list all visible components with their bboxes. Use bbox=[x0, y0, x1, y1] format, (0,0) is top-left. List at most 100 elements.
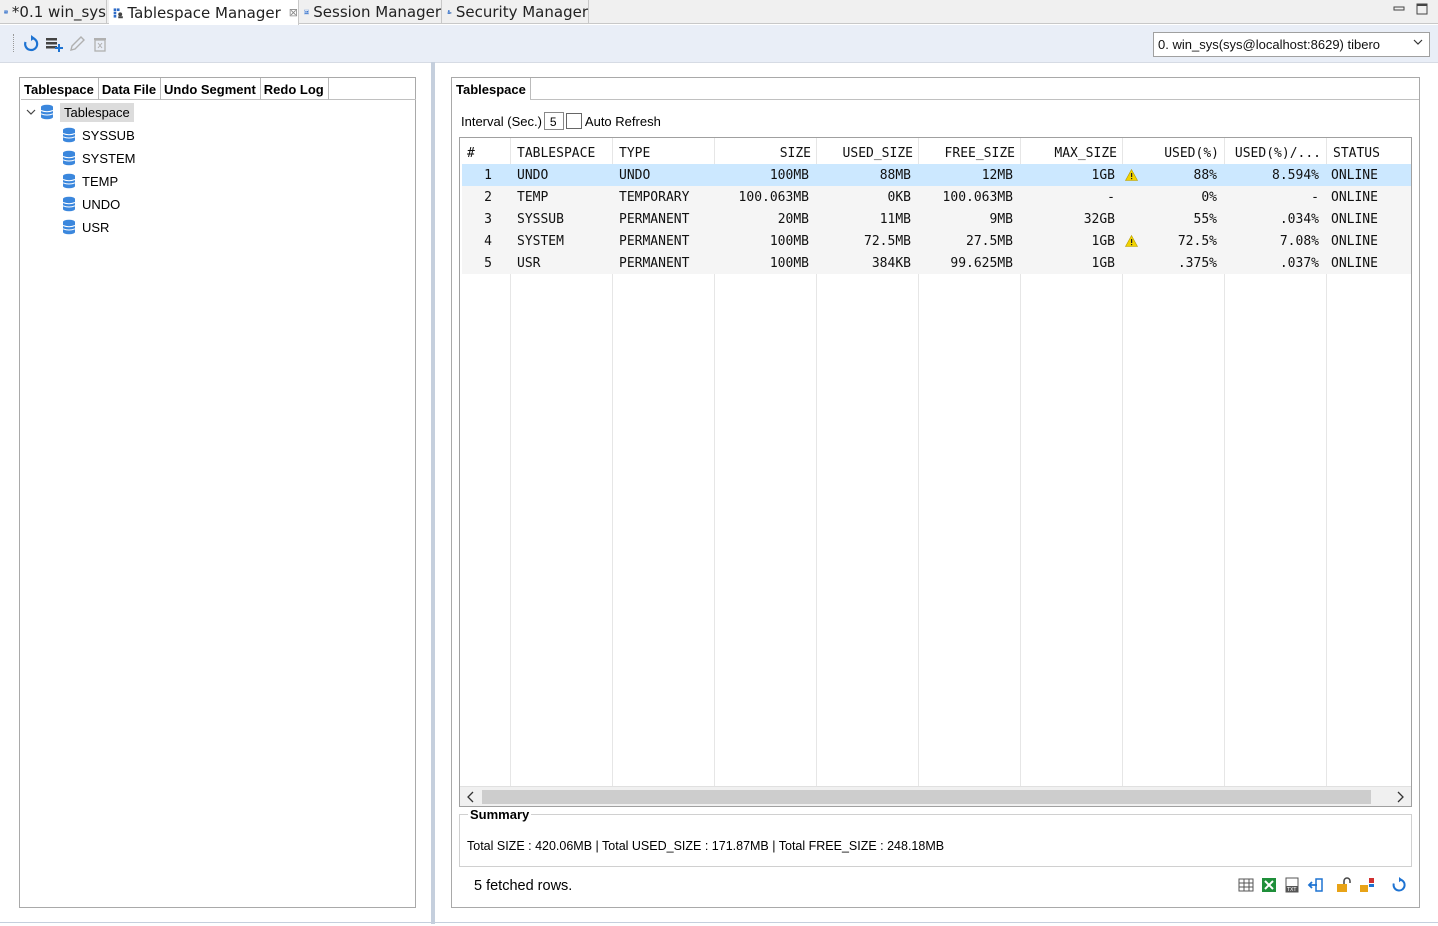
delete-icon[interactable] bbox=[91, 35, 109, 53]
column-header-used-size[interactable]: USED_SIZE bbox=[817, 140, 913, 166]
database-icon bbox=[62, 150, 76, 166]
cell-used-pct: .375% bbox=[1177, 255, 1217, 271]
scrollbar-thumb[interactable] bbox=[482, 790, 1371, 804]
cell-size: 100MB bbox=[769, 233, 809, 249]
auto-refresh-checkbox[interactable] bbox=[565, 113, 582, 129]
cell-used-pct-max: - bbox=[1311, 189, 1319, 205]
tree-node-system[interactable]: SYSTEM bbox=[62, 147, 135, 169]
table-row[interactable]: 1 UNDO UNDO 100MB 88MB 12MB 1GB 88% 8.59… bbox=[462, 164, 1411, 186]
tree-node-label: USR bbox=[82, 219, 110, 235]
cell-status: ONLINE bbox=[1331, 255, 1378, 271]
export-icon[interactable] bbox=[1307, 877, 1323, 893]
database-icon bbox=[40, 104, 54, 120]
database-icon bbox=[62, 127, 76, 143]
chevron-right-icon[interactable] bbox=[1394, 790, 1406, 804]
tree-node-syssub[interactable]: SYSSUB bbox=[62, 124, 135, 146]
column-header-used-pct[interactable]: USED(%) bbox=[1123, 140, 1219, 166]
table-row[interactable]: 5 USR PERMANENT 100MB 384KB 99.625MB 1GB… bbox=[462, 252, 1411, 274]
session-manager-icon bbox=[304, 9, 310, 15]
interval-controls: Interval (Sec.) 5 Auto Refresh bbox=[461, 112, 661, 130]
interval-label: Interval (Sec.) bbox=[461, 113, 542, 129]
tab-tablespace[interactable]: Tablespace bbox=[21, 78, 99, 100]
tree-node-temp[interactable]: TEMP bbox=[62, 170, 118, 192]
tab-undo-segment[interactable]: Undo Segment bbox=[161, 78, 261, 100]
close-icon[interactable]: ⊠ bbox=[289, 6, 298, 19]
connection-select[interactable]: 0. win_sys(sys@localhost:8629) tibero bbox=[1153, 32, 1430, 57]
text-export-icon[interactable]: TXT bbox=[1284, 877, 1300, 893]
excel-export-icon[interactable] bbox=[1261, 877, 1277, 893]
tree-node-usr[interactable]: USR bbox=[62, 216, 109, 238]
table-row[interactable]: 3 SYSSUB PERMANENT 20MB 11MB 9MB 32GB 55… bbox=[462, 208, 1411, 230]
maximize-icon[interactable] bbox=[1416, 3, 1428, 15]
cell-tablespace: UNDO bbox=[517, 167, 549, 183]
column-header-tablespace[interactable]: TABLESPACE bbox=[517, 140, 595, 166]
tab-tablespace-detail[interactable]: Tablespace bbox=[453, 78, 531, 100]
tab-tablespace-manager[interactable]: Tablespace Manager ⊠ bbox=[109, 0, 299, 25]
table-row[interactable]: 4 SYSTEM PERMANENT 100MB 72.5MB 27.5MB 1… bbox=[462, 230, 1411, 252]
cell-max-size: 32GB bbox=[1083, 211, 1115, 227]
cell-free-size: 9MB bbox=[989, 211, 1013, 227]
tab-label: Session Manager bbox=[313, 3, 441, 21]
minimize-icon[interactable] bbox=[1393, 3, 1405, 15]
column-header-status[interactable]: STATUS bbox=[1333, 140, 1380, 166]
add-datafile-icon[interactable] bbox=[45, 35, 63, 53]
tab-session-manager[interactable]: Session Manager bbox=[300, 0, 442, 24]
chevron-down-icon bbox=[1413, 39, 1423, 45]
cell-index: 5 bbox=[484, 255, 492, 271]
panel-splitter[interactable] bbox=[431, 62, 435, 924]
cell-type: PERMANENT bbox=[619, 211, 690, 227]
tree-node-undo[interactable]: UNDO bbox=[62, 193, 120, 215]
column-header-max-size[interactable]: MAX_SIZE bbox=[1021, 140, 1117, 166]
cell-used-size: 0KB bbox=[887, 189, 911, 205]
refresh-icon[interactable] bbox=[1391, 877, 1407, 893]
cell-type: UNDO bbox=[619, 167, 651, 183]
cell-free-size: 12MB bbox=[981, 167, 1013, 183]
column-header-type[interactable]: TYPE bbox=[619, 140, 650, 166]
tablespace-grid: # TABLESPACE TYPE SIZE USED_SIZE FREE_SI… bbox=[459, 137, 1412, 807]
column-header-used-pct-max[interactable]: USED(%)/... bbox=[1225, 140, 1321, 166]
cell-used-size: 11MB bbox=[879, 211, 911, 227]
tab-security-manager[interactable]: Security Manager bbox=[443, 0, 589, 24]
cell-used-pct-max: .037% bbox=[1279, 255, 1319, 271]
cell-index: 3 bbox=[484, 211, 492, 227]
cell-used-pct-max: 7.08% bbox=[1279, 233, 1319, 249]
lock-grid-icon[interactable] bbox=[1359, 877, 1375, 893]
edit-icon[interactable] bbox=[68, 35, 86, 53]
column-header-index[interactable]: # bbox=[467, 140, 475, 166]
cell-tablespace: TEMP bbox=[517, 189, 549, 205]
tab-sql-editor[interactable]: SQL *0.1 win_sys bbox=[0, 0, 107, 24]
interval-input[interactable]: 5 bbox=[543, 112, 564, 130]
cell-used-pct: 0% bbox=[1201, 189, 1217, 205]
cell-status: ONLINE bbox=[1331, 167, 1378, 183]
column-header-size[interactable]: SIZE bbox=[715, 140, 811, 166]
grid-view-icon[interactable] bbox=[1238, 877, 1254, 893]
cell-size: 100.063MB bbox=[738, 189, 809, 205]
tab-data-file[interactable]: Data File bbox=[99, 78, 162, 100]
tab-redo-log[interactable]: Redo Log bbox=[261, 78, 329, 100]
tab-label: Tablespace Manager bbox=[127, 3, 281, 22]
cell-status: ONLINE bbox=[1331, 211, 1378, 227]
column-header-free-size[interactable]: FREE_SIZE bbox=[919, 140, 1015, 166]
table-row[interactable]: 2 TEMP TEMPORARY 100.063MB 0KB 100.063MB… bbox=[462, 186, 1411, 208]
navigator-tabs: Tablespace Data File Undo Segment Redo L… bbox=[21, 78, 416, 100]
chevron-left-icon[interactable] bbox=[465, 790, 477, 804]
tab-label: *0.1 win_sys bbox=[11, 3, 106, 21]
cell-used-size: 384KB bbox=[871, 255, 911, 271]
chevron-down-icon[interactable] bbox=[26, 107, 36, 117]
tree-root-tablespace[interactable]: Tablespace bbox=[40, 101, 134, 123]
security-manager-icon bbox=[447, 10, 452, 14]
cell-size: 100MB bbox=[769, 167, 809, 183]
database-icon bbox=[62, 219, 76, 235]
cell-max-size: 1GB bbox=[1091, 233, 1115, 249]
svg-text:TXT: TXT bbox=[1286, 887, 1297, 893]
cell-status: ONLINE bbox=[1331, 189, 1378, 205]
tab-underline bbox=[530, 99, 1419, 100]
cell-tablespace: SYSSUB bbox=[517, 211, 564, 227]
cell-type: TEMPORARY bbox=[619, 189, 690, 205]
auto-refresh-label: Auto Refresh bbox=[584, 113, 661, 129]
sql-file-icon: SQL bbox=[4, 10, 8, 14]
horizontal-scrollbar[interactable] bbox=[460, 786, 1411, 806]
unlock-icon[interactable] bbox=[1336, 877, 1352, 893]
refresh-icon[interactable] bbox=[22, 35, 40, 53]
navigator-panel: Tablespace Data File Undo Segment Redo L… bbox=[19, 77, 416, 908]
